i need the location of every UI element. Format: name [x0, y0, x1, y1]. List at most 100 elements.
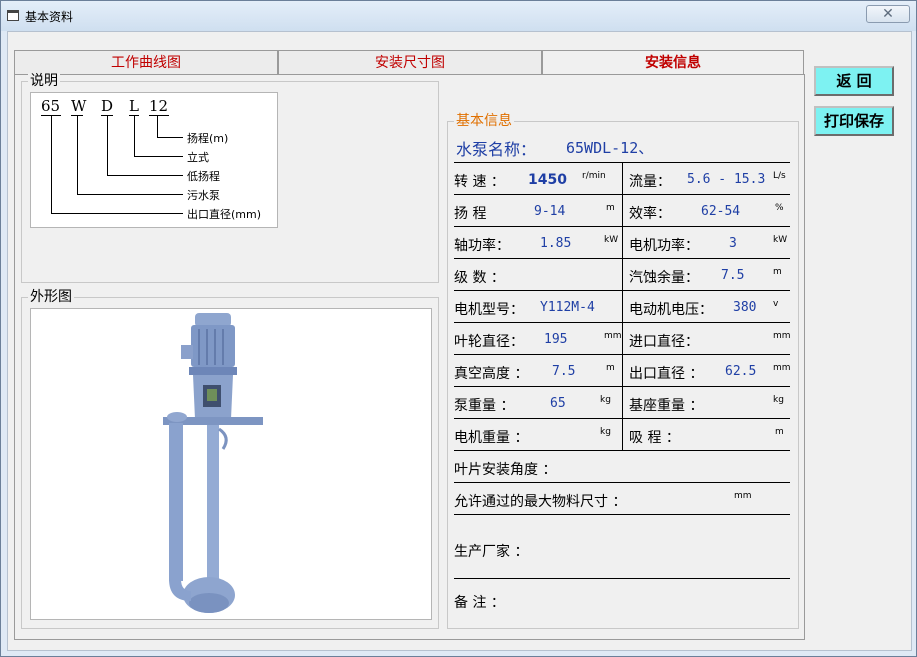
shaft-power-value: 1.85 [540, 236, 572, 251]
remarks-label: 备 注 ： [454, 595, 505, 611]
row-stages-npsh: 级 数 ： 汽蚀余量： 7.5 m [454, 259, 790, 291]
efficiency-label: 效率： [629, 206, 671, 222]
motor-power-label: 电机功率： [629, 238, 699, 254]
window-title: 基本资料 [25, 10, 74, 24]
efficiency-value: 62-54 [701, 204, 741, 219]
suction-inlet [189, 593, 229, 613]
connector [77, 194, 183, 195]
npsh-cell: 汽蚀余量： 7.5 m [622, 259, 790, 291]
motor-voltage-cell: 电动机电压： 380 v [622, 291, 790, 323]
back-button[interactable]: 返 回 [814, 66, 894, 96]
meaning-head: 扬程(m) [187, 132, 229, 145]
flow-unit: L/s [773, 171, 786, 181]
motor-power-value: 3 [729, 236, 737, 251]
pump-weight-cell: 泵重量 ： 65 kg [454, 387, 622, 419]
model-code-diagram: 65 W D L 12 扬程(m) 立式 低扬程 污水泵 出口直径(mm) [30, 92, 278, 228]
lube-pipe [218, 427, 228, 450]
motor-power-cell: 电机功率： 3 kW [622, 227, 790, 259]
connector [134, 115, 135, 156]
discharge-pipe [169, 423, 183, 581]
inlet-dia-label: 进口直径： [629, 334, 699, 350]
flow-label: 流量： [629, 174, 671, 190]
max-particle-unit: mm [734, 491, 752, 501]
inlet-dia-unit: mm [773, 331, 791, 341]
tab-install-dimensions[interactable]: 安装尺寸图 [278, 50, 542, 74]
max-particle-label: 允许通过的最大物料尺寸 ： [454, 494, 627, 510]
motor-voltage-label: 电动机电压： [629, 302, 713, 318]
row-vacuum-outlet: 真空高度 ： 7.5 m 出口直径 ： 62.5 mm [454, 355, 791, 387]
title-bar[interactable]: 基本资料 ✕ [1, 1, 916, 31]
main-window: 基本资料 ✕ 工作曲线图 安装尺寸图 安装信息 说明 65 W D L 12 扬… [0, 0, 917, 657]
description-group: 说明 65 W D L 12 扬程(m) 立式 低扬程 污水泵 出口直径(mm) [21, 73, 439, 283]
motor-model-value: Y112M-4 [540, 300, 595, 315]
impeller-dia-cell: 叶轮直径： 195 mm [454, 323, 622, 355]
flow-cell: 流量： 5.6 - 15.3 L/s [622, 163, 790, 195]
row-diameters: 叶轮直径： 195 mm 进口直径： mm [454, 323, 791, 355]
tab-install-info[interactable]: 安装信息 [542, 50, 804, 75]
close-button[interactable]: ✕ [866, 5, 910, 23]
head-value: 9-14 [534, 204, 566, 219]
connector [107, 115, 108, 175]
code-part-vertical: L [129, 97, 139, 115]
motor-weight-cell: 电机重量 ： kg [454, 419, 622, 451]
connector [107, 175, 183, 176]
motor-model-cell: 电机型号： Y112M-4 [454, 291, 622, 323]
npsh-value: 7.5 [721, 268, 745, 283]
row-head-efficiency: 扬 程 9-14 m 效率： 62-54 % [454, 195, 790, 227]
motor-model-label: 电机型号： [454, 302, 524, 318]
row-speed-flow: 转 速 ： 1450 r/min 流量： 5.6 - 15.3 L/s [454, 163, 790, 195]
row-blade-angle: 叶片安装角度 ： [454, 451, 790, 483]
head-cell: 扬 程 9-14 m [454, 195, 622, 227]
base-weight-cell: 基座重量 ： kg [622, 387, 790, 419]
outline-group-label: 外形图 [28, 289, 74, 305]
motor-power-unit: kW [773, 235, 788, 245]
print-save-button[interactable]: 打印保存 [814, 106, 894, 136]
speed-label: 转 速 ： [454, 174, 505, 190]
row-motor-weight-suction: 电机重量 ： kg 吸 程 ： m [454, 419, 790, 451]
vacuum-unit: m [606, 363, 615, 373]
row-manufacturer: 生产厂家 ： [454, 515, 790, 579]
connector [77, 115, 78, 194]
npsh-unit: m [773, 267, 782, 277]
shaft-column [207, 425, 219, 583]
basic-info-group: 基本信息 水泵名称： 65WDL-12、 转 速 ： 1450 r/min 流量… [447, 113, 799, 629]
tab-performance-curve[interactable]: 工作曲线图 [14, 50, 278, 74]
speed-value: 1450 [528, 172, 567, 188]
stages-cell: 级 数 ： [454, 259, 622, 291]
meaning-vertical: 立式 [187, 151, 209, 164]
pump-name-label: 水泵名称： [456, 140, 537, 159]
outlet-dia-value: 62.5 [725, 364, 757, 379]
head-unit: m [606, 203, 615, 213]
connector [157, 137, 183, 138]
speed-cell: 转 速 ： 1450 r/min [454, 163, 622, 195]
vacuum-cell: 真空高度 ： 7.5 m [454, 355, 622, 387]
pump-weight-value: 65 [550, 396, 566, 411]
impeller-dia-value: 195 [544, 332, 568, 347]
suction-lift-unit: m [775, 427, 784, 437]
meaning-outlet-diameter: 出口直径(mm) [187, 208, 262, 221]
tab-page-install-info: 说明 65 W D L 12 扬程(m) 立式 低扬程 污水泵 出口直径(mm)… [14, 73, 805, 640]
discharge-flange [167, 412, 187, 422]
blade-angle-label: 叶片安装角度 ： [454, 462, 557, 478]
head-label: 扬 程 [454, 206, 487, 222]
outlet-dia-label: 出口直径 ： [629, 366, 704, 382]
window-icon [7, 10, 19, 21]
pump-weight-unit: kg [600, 395, 611, 405]
impeller-dia-label: 叶轮直径： [454, 334, 524, 350]
tab-strip: 工作曲线图 安装尺寸图 安装信息 [14, 50, 804, 75]
manufacturer-label: 生产厂家 ： [454, 544, 529, 560]
outlet-dia-cell: 出口直径 ： 62.5 mm [622, 355, 791, 387]
outline-group: 外形图 [21, 289, 439, 629]
code-part-low-head: D [101, 97, 114, 115]
code-part-outlet: 65 [41, 97, 61, 115]
base-weight-label: 基座重量 ： [629, 398, 704, 414]
underline [149, 115, 169, 116]
flow-value: 5.6 - 15.3 [687, 172, 766, 187]
outlet-dia-unit: mm [773, 363, 791, 373]
impeller-dia-unit: mm [604, 331, 622, 341]
connector [134, 156, 183, 157]
motor-weight-label: 电机重量 ： [454, 430, 529, 446]
suction-lift-label: 吸 程 ： [629, 430, 680, 446]
pump-photo [30, 308, 432, 620]
code-part-sewage: W [71, 97, 87, 115]
